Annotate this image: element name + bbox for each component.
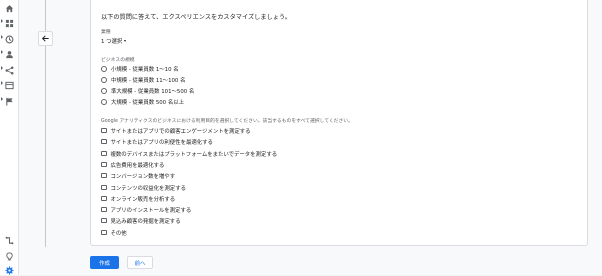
back-arrow-button[interactable] <box>38 31 53 46</box>
checkbox-option[interactable]: コンバージョン数を増やす <box>101 171 175 180</box>
expand-caret-icon <box>1 81 3 85</box>
checkbox[interactable] <box>101 217 107 224</box>
checkbox-label: サイトまたはアプリの利便性を最適化する <box>110 139 213 146</box>
reports-icon[interactable] <box>0 17 18 29</box>
radio-button[interactable] <box>101 98 107 105</box>
lightbulb-icon[interactable] <box>0 250 18 262</box>
checkbox[interactable] <box>101 127 107 134</box>
expand-caret-icon <box>1 97 3 101</box>
radio-option-semi-large[interactable]: 準大規模 - 従業員数 101～500 名 <box>101 86 194 95</box>
checkbox-option[interactable]: サイトまたはアプリの利便性を最適化する <box>101 137 213 146</box>
expand-caret-icon <box>1 66 3 70</box>
path-icon[interactable] <box>0 64 18 76</box>
expand-caret-icon <box>1 50 3 54</box>
checkbox[interactable] <box>101 172 107 179</box>
previous-button[interactable]: 前へ <box>127 256 153 269</box>
arrow-left-icon <box>41 35 49 42</box>
home-icon[interactable] <box>0 2 18 14</box>
radio-option-large[interactable]: 大規模 - 従業員数 500 名以上 <box>101 97 184 106</box>
checkbox-option[interactable]: その他 <box>101 228 127 237</box>
business-size-label: ビジネスの規模 <box>101 58 135 63</box>
radio-button[interactable] <box>101 87 107 94</box>
usage-label: Google アナリティクスのビジネスにおける利用目的を選択してください。該当す… <box>101 119 353 124</box>
checkbox-option[interactable]: サイトまたはアプリでの顧客エンゲージメントを測定する <box>101 126 251 135</box>
radio-button[interactable] <box>101 76 107 83</box>
checkbox-label: コンテンツの収益化を測定する <box>110 185 186 192</box>
checkbox[interactable] <box>101 229 107 236</box>
checkbox[interactable] <box>101 195 107 202</box>
expand-caret-icon <box>1 35 3 39</box>
flag-icon[interactable] <box>0 95 18 107</box>
industry-select[interactable]: 1 つ選択 <box>101 37 127 45</box>
radio-option-small[interactable]: 小規模 - 従業員数 1～10 名 <box>101 64 179 73</box>
radio-label: 小規模 - 従業員数 1～10 名 <box>111 66 179 73</box>
radio-label: 大規模 - 従業員数 500 名以上 <box>111 99 184 106</box>
checkbox-option[interactable]: 複数のデバイスまたはプラットフォームをまたいでデータを測定する <box>101 149 277 158</box>
radio-option-medium[interactable]: 中規模 - 従業員数 11～100 名 <box>101 75 185 84</box>
checkbox-label: サイトまたはアプリでの顧客エンゲージメントを測定する <box>110 128 251 135</box>
radio-label: 中規模 - 従業員数 11～100 名 <box>111 77 186 84</box>
explore-icon[interactable] <box>0 33 18 45</box>
checkbox-option[interactable]: 広告費用を最適化する <box>101 160 164 169</box>
checkbox-option[interactable]: 見込み顧客の発掘を測定する <box>101 216 181 225</box>
intro-text: 以下の質問に答えて、エクスペリエンスをカスタマイズしましょう。 <box>101 14 291 21</box>
audience-icon[interactable] <box>0 48 18 60</box>
radio-label: 準大規模 - 従業員数 101～500 名 <box>111 88 195 95</box>
checkbox-label: アプリのインストールを測定する <box>110 207 192 214</box>
checkbox-option[interactable]: オンライン販売を分析する <box>101 194 175 203</box>
dropdown-caret-icon <box>124 40 127 42</box>
business-details-card: 以下の質問に答えて、エクスペリエンスをカスタマイズしましょう。 業種 1 つ選択… <box>90 0 588 246</box>
radio-button[interactable] <box>101 65 107 72</box>
checkbox-label: 複数のデバイスまたはプラットフォームをまたいでデータを測定する <box>110 151 278 158</box>
industry-label: 業種 <box>101 30 111 35</box>
checkbox-label: 広告費用を最適化する <box>110 162 165 169</box>
expand-caret-icon <box>1 19 3 23</box>
nav-rail <box>0 0 19 275</box>
checkbox[interactable] <box>101 138 107 145</box>
checkbox[interactable] <box>101 150 107 157</box>
checkbox[interactable] <box>101 206 107 213</box>
checkbox-option[interactable]: コンテンツの収益化を測定する <box>101 183 186 192</box>
connector-icon[interactable] <box>0 234 18 246</box>
checkbox-label: オンライン販売を分析する <box>110 196 176 203</box>
checkbox-label: コンバージョン数を増やす <box>110 173 176 180</box>
checkbox-label: 見込み顧客の発掘を測定する <box>110 218 181 225</box>
checkbox-option[interactable]: アプリのインストールを測定する <box>101 205 191 214</box>
table-icon[interactable] <box>0 79 18 91</box>
create-button[interactable]: 作成 <box>90 256 119 269</box>
settings-icon[interactable] <box>0 264 18 276</box>
industry-select-value: 1 つ選択 <box>101 39 123 45</box>
checkbox[interactable] <box>101 161 107 168</box>
checkbox[interactable] <box>101 184 107 191</box>
checkbox-label: その他 <box>110 230 127 237</box>
